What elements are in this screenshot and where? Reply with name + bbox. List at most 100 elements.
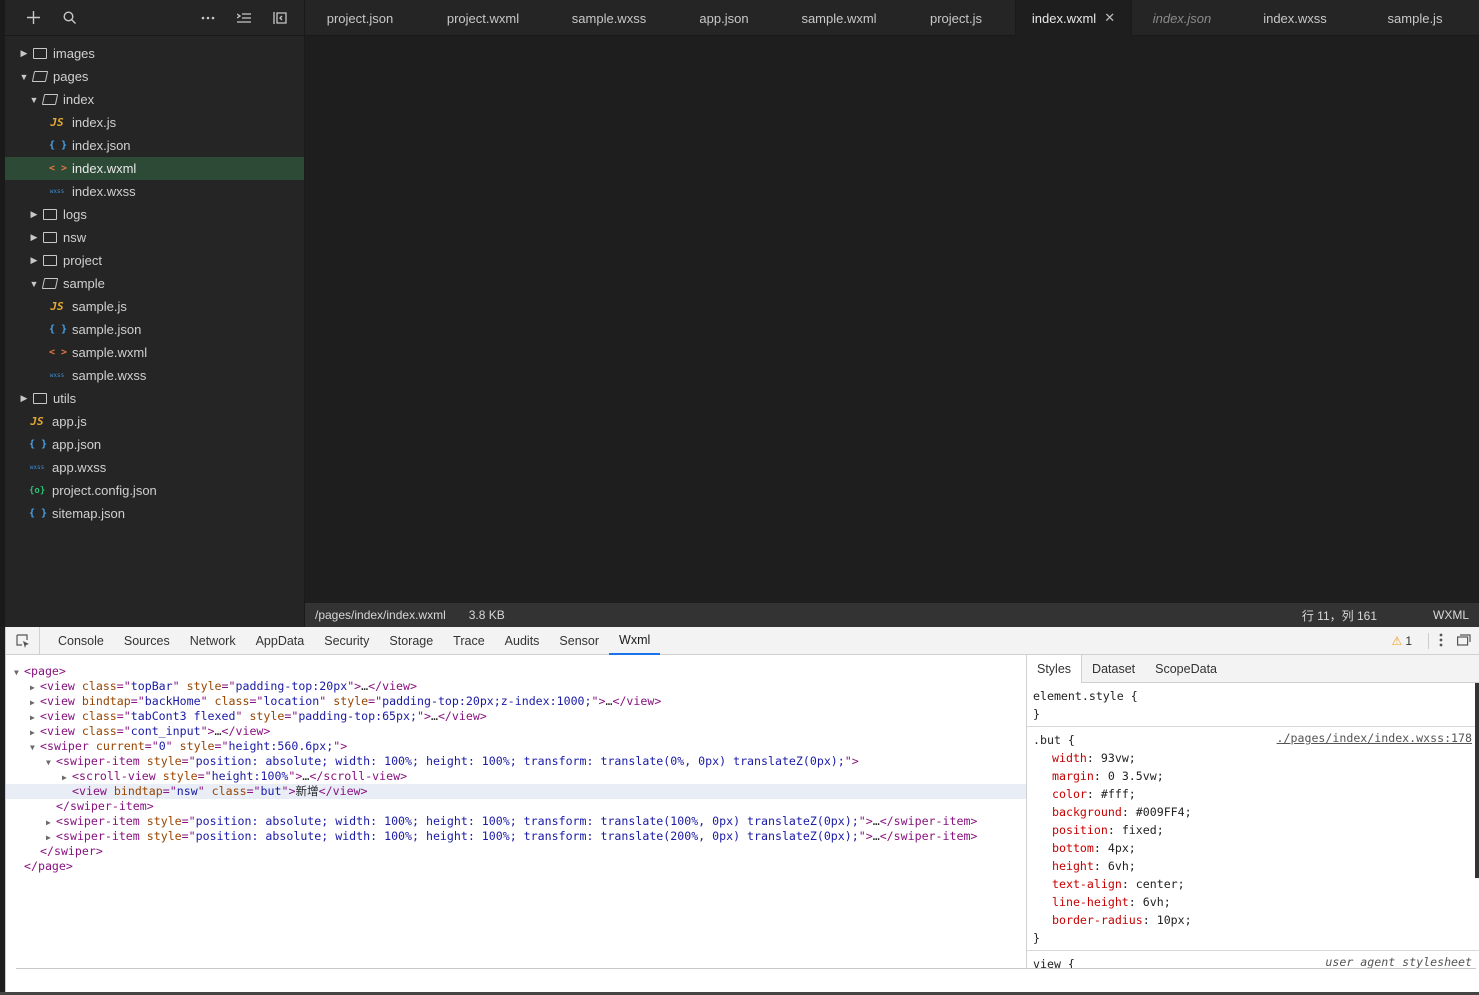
css-declaration[interactable]: background: #009FF4;: [1033, 803, 1474, 821]
css-declaration[interactable]: width: 93vw;: [1033, 749, 1474, 767]
tree-file-index-wxss[interactable]: wxss index.wxss: [5, 180, 304, 203]
tree-file-project-config-json[interactable]: {o} project.config.json: [5, 479, 304, 502]
tree-folder-index[interactable]: ▼ index: [5, 88, 304, 111]
expand-right-icon[interactable]: ▶: [30, 710, 40, 725]
css-declaration[interactable]: color: #fff;: [1033, 785, 1474, 803]
tree-file-index-js[interactable]: JS index.js: [5, 111, 304, 134]
inspect-element-icon[interactable]: [6, 626, 40, 655]
dom-node-line[interactable]: ▼ <page>: [6, 664, 1026, 679]
chevron-right-icon[interactable]: ▶: [29, 232, 39, 243]
editor-tab-sample-js[interactable]: sample.js: [1358, 0, 1472, 36]
dom-node-line[interactable]: </page>: [6, 859, 1026, 874]
devtools-tab-audits[interactable]: Audits: [495, 627, 550, 655]
chevron-right-icon[interactable]: ▶: [29, 255, 39, 266]
css-declaration[interactable]: margin: 0 3.5vw;: [1033, 767, 1474, 785]
devtools-tab-console[interactable]: Console: [48, 627, 114, 655]
devtools-tab-security[interactable]: Security: [314, 627, 379, 655]
dom-node-line[interactable]: </swiper>: [6, 844, 1026, 859]
element-style-rule[interactable]: element.style { }: [1027, 683, 1479, 727]
wxml-dom-tree[interactable]: ▼ <page> ▶ <view class="topBar" style="padd…: [6, 655, 1026, 968]
chevron-down-icon[interactable]: ▼: [29, 95, 39, 105]
warning-icon[interactable]: ⚠: [1392, 634, 1403, 648]
expand-down-icon[interactable]: ▼: [30, 740, 40, 755]
search-icon[interactable]: [51, 0, 87, 36]
expand-down-icon[interactable]: ▼: [46, 755, 56, 770]
console-drawer[interactable]: [16, 968, 1476, 992]
devtools-tab-network[interactable]: Network: [180, 627, 246, 655]
dom-node-line[interactable]: ▶ <view class="cont_input">…</view>: [6, 724, 1026, 739]
styles-tab-styles[interactable]: Styles: [1027, 655, 1083, 683]
tree-folder-images[interactable]: ▶ images: [5, 42, 304, 65]
dom-node-line[interactable]: ▶ <view class="tabCont3 flexed" style="pa…: [6, 709, 1026, 724]
expand-right-icon[interactable]: ▶: [46, 830, 56, 845]
dom-node-line[interactable]: ▶ <view class="topBar" style="padding-top…: [6, 679, 1026, 694]
tree-file-sample-wxml[interactable]: < > sample.wxml: [5, 341, 304, 364]
dom-node-line[interactable]: ▶ <swiper-item style="position: absolute;…: [6, 829, 1026, 844]
tree-file-app-js[interactable]: JS app.js: [5, 410, 304, 433]
kebab-menu-icon[interactable]: [1439, 633, 1443, 650]
css-declaration[interactable]: line-height: 6vh;: [1033, 893, 1474, 911]
tree-file-sitemap-json[interactable]: { } sitemap.json: [5, 502, 304, 525]
warning-count[interactable]: 1: [1405, 634, 1412, 648]
editor-tab-project-js[interactable]: project.js: [897, 0, 1015, 36]
chevron-down-icon[interactable]: ▼: [19, 72, 29, 82]
editor-tab-project-wxml[interactable]: project.wxml: [415, 0, 551, 36]
tree-file-index-json[interactable]: { } index.json: [5, 134, 304, 157]
editor-tab-index-wxss[interactable]: index.wxss: [1232, 0, 1358, 36]
dom-node-line[interactable]: ▼ <swiper current="0" style="height:560.6…: [6, 739, 1026, 754]
css-declaration[interactable]: position: fixed;: [1033, 821, 1474, 839]
chevron-down-icon[interactable]: ▼: [29, 279, 39, 289]
devtools-tab-wxml[interactable]: Wxml: [609, 627, 661, 655]
css-declaration[interactable]: height: 6vh;: [1033, 857, 1474, 875]
tree-folder-logs[interactable]: ▶ logs: [5, 203, 304, 226]
split-icon[interactable]: [262, 0, 298, 36]
tree-file-sample-wxss[interactable]: wxss sample.wxss: [5, 364, 304, 387]
dom-node-line[interactable]: </swiper-item>: [6, 799, 1026, 814]
cursor-position[interactable]: 行 11，列 161: [1302, 607, 1377, 624]
editor-tab-project-json[interactable]: project.json: [305, 0, 415, 36]
expand-right-icon[interactable]: ▶: [46, 815, 56, 830]
close-icon[interactable]: ✕: [1104, 10, 1115, 26]
tree-folder-sample[interactable]: ▼ sample: [5, 272, 304, 295]
expand-right-icon[interactable]: ▶: [62, 770, 72, 785]
view-style-rule[interactable]: user agent stylesheet view { display: bl…: [1027, 951, 1479, 968]
outline-icon[interactable]: [226, 0, 262, 36]
styles-tab-scopedata[interactable]: ScopeData: [1145, 655, 1227, 683]
tree-file-index-wxml[interactable]: < > index.wxml: [5, 157, 304, 180]
tree-file-sample-json[interactable]: { } sample.json: [5, 318, 304, 341]
devtools-tab-sensor[interactable]: Sensor: [549, 627, 609, 655]
expand-right-icon[interactable]: ▶: [30, 680, 40, 695]
devtools-tab-sources[interactable]: Sources: [114, 627, 180, 655]
tree-file-app-wxss[interactable]: wxss app.wxss: [5, 456, 304, 479]
devtools-tab-storage[interactable]: Storage: [379, 627, 443, 655]
editor-tab-app-json[interactable]: app.json: [667, 0, 781, 36]
rule-source-link[interactable]: ./pages/index/index.wxss:178: [1277, 731, 1472, 745]
dom-node-line[interactable]: ▶ <scroll-view style="height:100%">…</scr…: [6, 769, 1026, 784]
chevron-right-icon[interactable]: ▶: [29, 209, 39, 220]
css-declaration[interactable]: text-align: center;: [1033, 875, 1474, 893]
dom-node-line[interactable]: ▶ <view bindtap="backHome" class="locatio…: [6, 694, 1026, 709]
devtools-tab-appdata[interactable]: AppData: [246, 627, 315, 655]
tree-file-sample-js[interactable]: JS sample.js: [5, 295, 304, 318]
more-icon[interactable]: [190, 0, 226, 36]
dom-node-line[interactable]: ▶ <swiper-item style="position: absolute;…: [6, 814, 1026, 829]
styles-tab-dataset[interactable]: Dataset: [1082, 655, 1145, 683]
devtools-tab-trace[interactable]: Trace: [443, 627, 495, 655]
language-mode[interactable]: WXML: [1433, 608, 1469, 622]
expand-right-icon[interactable]: ▶: [30, 725, 40, 740]
expand-right-icon[interactable]: ▶: [30, 695, 40, 710]
editor-tab-sample-wxss[interactable]: sample.wxss: [551, 0, 667, 36]
tree-folder-utils[interactable]: ▶ utils: [5, 387, 304, 410]
chevron-right-icon[interactable]: ▶: [19, 48, 29, 59]
css-declaration[interactable]: bottom: 4px;: [1033, 839, 1474, 857]
editor-tab-sample-wxml[interactable]: sample.wxml: [781, 0, 897, 36]
tree-folder-nsw[interactable]: ▶ nsw: [5, 226, 304, 249]
editor-tab-index-wxml[interactable]: index.wxml ✕: [1015, 0, 1132, 36]
tree-folder-project[interactable]: ▶ project: [5, 249, 304, 272]
css-declaration[interactable]: border-radius: 10px;: [1033, 911, 1474, 929]
chevron-right-icon[interactable]: ▶: [19, 393, 29, 404]
plus-icon[interactable]: [15, 0, 51, 36]
expand-down-icon[interactable]: ▼: [14, 665, 24, 680]
but-style-rule[interactable]: ./pages/index/index.wxss:178 .but { widt…: [1027, 727, 1479, 951]
undock-icon[interactable]: [1457, 633, 1471, 649]
